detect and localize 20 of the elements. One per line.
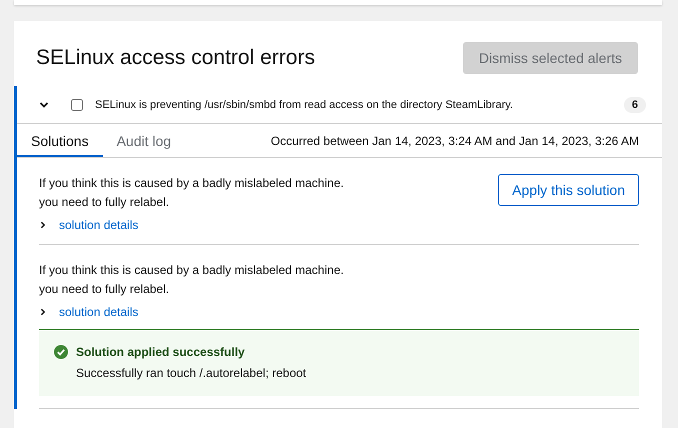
solution-text: If you think this is caused by a badly mislabeled machine.	[39, 175, 344, 192]
solution-text: you need to fully relabel.	[39, 281, 170, 298]
success-title: Solution applied successfully	[76, 345, 245, 359]
apply-button[interactable]: Apply this solution	[498, 174, 639, 206]
expand-icon[interactable]	[39, 308, 47, 316]
section-title: SELinux access control errors	[36, 46, 315, 70]
expand-icon[interactable]	[39, 221, 47, 229]
tab[interactable]: Solutions	[17, 124, 103, 157]
alert-message: SELinux is preventing /usr/sbin/smbd from read access on the directory SteamLibrary.	[95, 98, 514, 110]
tab[interactable]: Audit log	[102, 124, 186, 157]
check-circle-icon	[54, 345, 68, 359]
success-message: Successfully ran touch /.autorelabel; reboot	[76, 366, 308, 380]
occurred-text: Occurred between Jan 14, 2023, 3:24 AM and Jan 14, 2023, 3:26 AM	[270, 134, 639, 148]
details-link[interactable]: solution details	[59, 218, 138, 232]
collapse-icon[interactable]	[39, 100, 49, 110]
solution-text: you need to fully relabel.	[39, 194, 170, 211]
checkbox[interactable]	[71, 98, 83, 110]
details-link[interactable]: solution details	[59, 305, 138, 319]
count-badge: 6	[624, 96, 646, 112]
solution-text: If you think this is caused by a badly mislabeled machine.	[39, 262, 344, 279]
